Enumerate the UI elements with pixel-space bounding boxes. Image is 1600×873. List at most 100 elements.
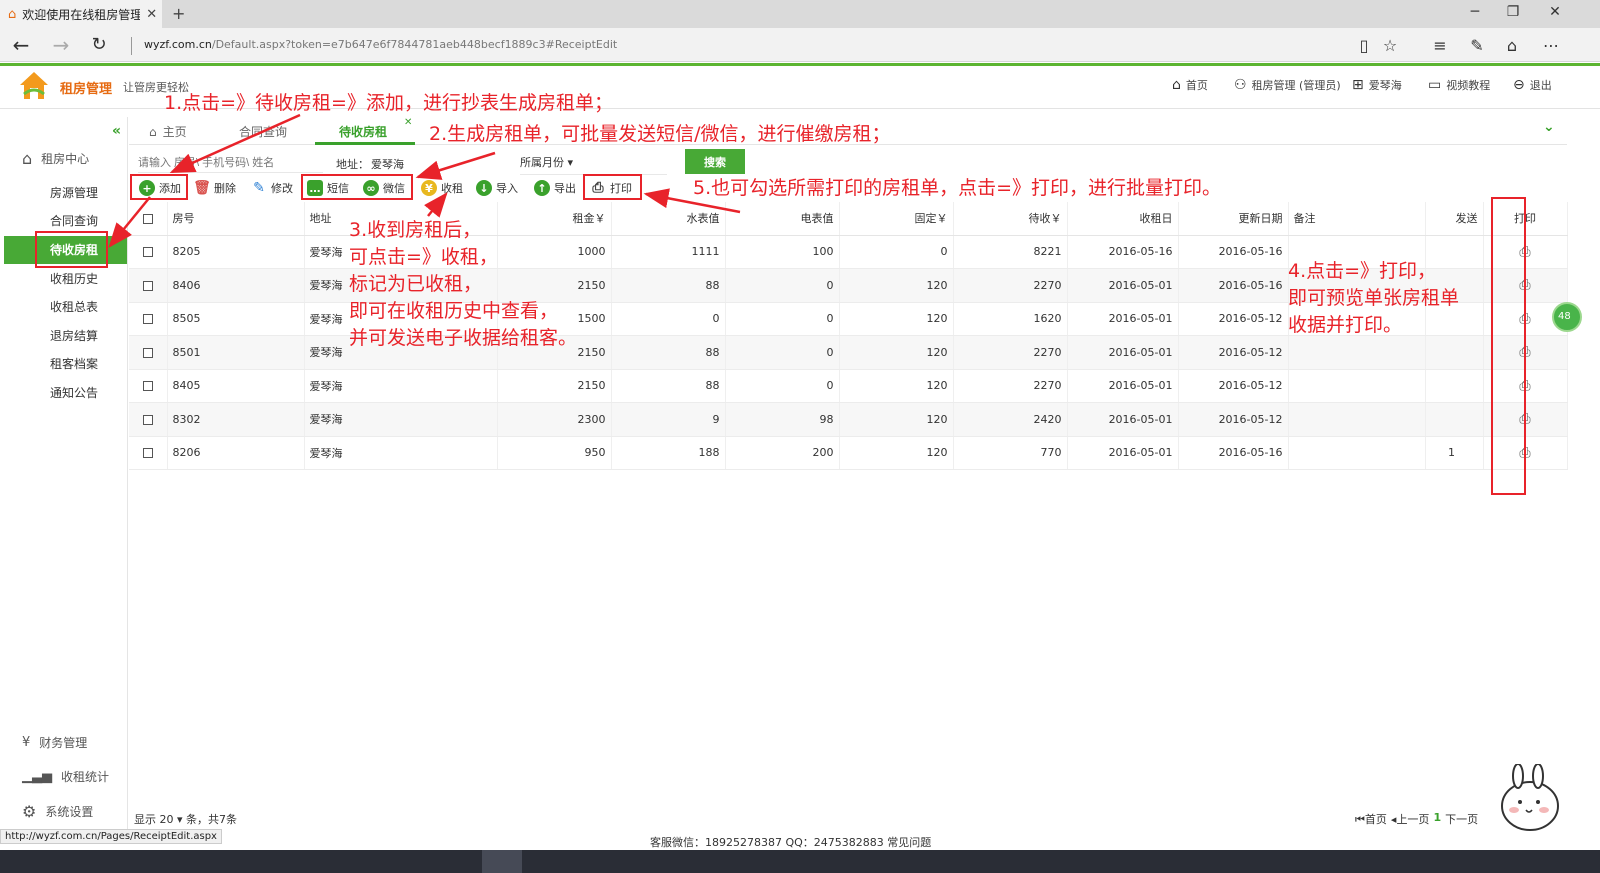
col-send[interactable]: 发送	[1425, 202, 1484, 236]
side-float-badge[interactable]: 48	[1552, 302, 1582, 332]
cloud-upload-icon: ↑	[534, 180, 550, 196]
month-select[interactable]: 所属月份 ▾	[520, 154, 667, 175]
reading-view-icon[interactable]: ▯	[1353, 36, 1375, 55]
tab-home[interactable]: ⌂ 主页	[149, 123, 187, 140]
back-icon[interactable]: ←	[6, 33, 36, 57]
row-checkbox[interactable]	[142, 280, 153, 291]
tab-contracts[interactable]: 合同查询	[239, 123, 287, 140]
delete-button[interactable]: 🗑 删除	[193, 178, 236, 198]
row-checkbox-cell[interactable]	[129, 402, 168, 437]
sidebar-item-checkout[interactable]: 退房结算	[4, 322, 127, 350]
row-checkbox[interactable]	[142, 247, 153, 258]
col-room[interactable]: 房号	[167, 202, 305, 236]
tab-pending-rent[interactable]: 待收房租	[339, 123, 387, 140]
refresh-icon[interactable]: ↻	[84, 33, 114, 57]
col-water[interactable]: 水表值	[611, 202, 726, 236]
col-remark[interactable]: 备注	[1288, 202, 1426, 236]
row-checkbox[interactable]	[142, 414, 153, 425]
cell-collect-date: 2016-05-01	[1067, 369, 1179, 403]
browser-tab[interactable]: ⌂ 欢迎使用在线租房管理 ✕	[0, 0, 162, 28]
row-checkbox-cell[interactable]	[129, 268, 168, 303]
col-electric[interactable]: 电表值	[725, 202, 840, 236]
close-tab-icon[interactable]: ✕	[404, 117, 412, 128]
more-icon[interactable]: ⋯	[1540, 36, 1562, 55]
row-checkbox-cell[interactable]	[129, 369, 168, 403]
table-row[interactable]: 8302 爱琴海 2300 9 98 120 2420 2016-05-01 2016-05-1…	[129, 402, 1568, 437]
sidebar-item-tenants[interactable]: 租客档案	[4, 350, 127, 378]
next-page-link[interactable]: 下一页	[1445, 811, 1478, 827]
cell-due: 1620	[953, 302, 1068, 336]
edit-button[interactable]: ✎ 修改	[251, 178, 293, 198]
row-checkbox[interactable]	[142, 314, 153, 325]
header-video-link[interactable]: ▭ 视频教程	[1428, 77, 1490, 93]
close-tab-icon[interactable]: ✕	[146, 7, 157, 22]
edit-label: 修改	[271, 182, 293, 195]
col-fixed[interactable]: 固定￥	[839, 202, 954, 236]
cell-due: 8221	[953, 235, 1068, 269]
row-checkbox-cell[interactable]	[129, 436, 168, 470]
prev-page-link[interactable]: ◂上一页	[1391, 811, 1430, 827]
page-size-select[interactable]: 20 ▾	[160, 813, 183, 826]
sidebar-item-rent-history[interactable]: 收租历史	[4, 265, 127, 293]
table-row[interactable]: 8501 爱琴海 2150 88 0 120 2270 2016-05-01 2016-05-1…	[129, 335, 1568, 370]
sidebar-group-rent-center[interactable]: ⌂ 租房中心	[22, 149, 89, 168]
address-value[interactable]: 爱琴海	[371, 156, 404, 172]
cell-electric: 0	[725, 369, 840, 403]
taskbar-active-app[interactable]	[482, 850, 522, 873]
table-row[interactable]: 8405 爱琴海 2150 88 0 120 2270 2016-05-01 2016-05-1…	[129, 369, 1568, 403]
row-checkbox[interactable]	[142, 381, 153, 392]
first-page-link[interactable]: ⏮首页	[1355, 811, 1387, 827]
collect-rent-button[interactable]: ¥ 收租	[421, 178, 463, 198]
header-user-link[interactable]: ⚇ 租房管理 (管理员)	[1234, 77, 1341, 93]
row-checkbox[interactable]	[142, 347, 153, 358]
cell-remark	[1288, 402, 1426, 437]
col-due[interactable]: 待收￥	[953, 202, 1068, 236]
cell-collect-date: 2016-05-01	[1067, 302, 1179, 336]
highlight-box-print-column	[1491, 197, 1526, 495]
new-tab-icon[interactable]: +	[172, 4, 185, 23]
annotation-step-3: 3.收到房租后， 可点击=》收租， 标记为已收租， 即可在收租历史中查看， 并可…	[349, 217, 577, 352]
url-field[interactable]: wyzf.com.cn/Default.aspx?token=e7b647e6f…	[131, 37, 1331, 55]
row-checkbox[interactable]	[142, 448, 153, 459]
collapse-sidebar-icon[interactable]: «	[112, 123, 121, 139]
sidebar-item-properties[interactable]: 房源管理	[4, 179, 127, 207]
sidebar-group-settings[interactable]: ⚙ 系统设置	[22, 802, 93, 821]
sidebar-group-finance[interactable]: ¥ 财务管理	[22, 734, 87, 751]
current-page[interactable]: 1	[1433, 811, 1441, 827]
window-close-icon[interactable]: ✕	[1540, 4, 1570, 20]
table-row[interactable]: 8206 爱琴海 950 188 200 120 770 2016-05-01 2016-05-…	[129, 436, 1568, 470]
table-header-row: 房号 地址 租金￥ 水表值 电表值 固定￥ 待收￥ 收租日 更新日期 备注 发送…	[129, 202, 1568, 236]
favorite-star-icon[interactable]: ☆	[1379, 36, 1401, 55]
import-button[interactable]: ↓ 导入	[476, 178, 518, 198]
sidebar-group-statistics[interactable]: ▁▃▅ 收租统计	[22, 768, 109, 785]
expand-chevron-icon[interactable]: ⌄	[1543, 119, 1555, 135]
select-all-checkbox-cell[interactable]	[129, 202, 168, 236]
search-button[interactable]: 搜索	[685, 149, 745, 174]
col-update-date[interactable]: 更新日期	[1178, 202, 1289, 236]
cell-electric: 98	[725, 402, 840, 437]
header-property-link[interactable]: ⊞ 爱琴海	[1352, 77, 1402, 93]
cell-address: 爱琴海	[304, 402, 498, 437]
forward-icon[interactable]: →	[46, 33, 76, 57]
header-video-label: 视频教程	[1446, 79, 1491, 92]
web-note-icon[interactable]: ✎	[1466, 36, 1488, 55]
row-checkbox-cell[interactable]	[129, 235, 168, 269]
sidebar-item-notices[interactable]: 通知公告	[4, 379, 127, 407]
header-home-link[interactable]: ⌂ 首页	[1172, 77, 1208, 93]
minimize-icon[interactable]: ─	[1460, 4, 1490, 20]
sidebar-item-rent-summary[interactable]: 收租总表	[4, 293, 127, 321]
browser-tab-strip: ⌂ 欢迎使用在线租房管理 ✕ + ─ ❐ ✕	[0, 0, 1600, 28]
row-checkbox-cell[interactable]	[129, 335, 168, 370]
mascot-rabbit-icon[interactable]	[1498, 764, 1562, 834]
share-icon[interactable]: ⌂	[1501, 36, 1523, 55]
header-logout-link[interactable]: ⊖ 退出	[1513, 77, 1552, 93]
select-all-checkbox[interactable]	[142, 213, 153, 224]
cell-collect-date: 2016-05-01	[1067, 335, 1179, 370]
hub-icon[interactable]: ≡	[1429, 36, 1451, 55]
cell-sent	[1425, 402, 1484, 437]
col-collect-date[interactable]: 收租日	[1067, 202, 1179, 236]
search-input[interactable]	[138, 153, 323, 173]
row-checkbox-cell[interactable]	[129, 302, 168, 336]
export-button[interactable]: ↑ 导出	[534, 178, 576, 198]
restore-icon[interactable]: ❐	[1498, 4, 1528, 20]
